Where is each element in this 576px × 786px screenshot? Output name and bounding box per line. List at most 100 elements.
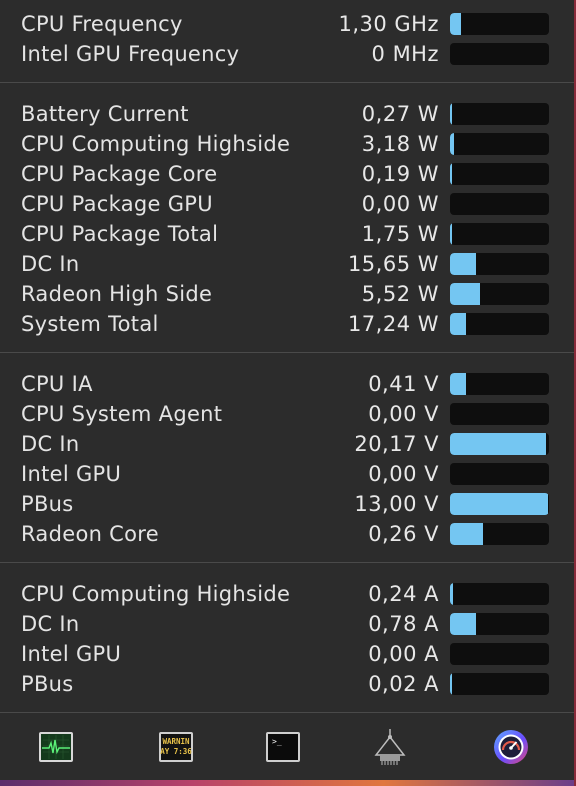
sensor-value: 20,17 V [354, 432, 439, 456]
sensor-bar-fill [450, 613, 476, 635]
sensor-label: Radeon Core [21, 522, 159, 546]
sensor-label: CPU Package Core [21, 162, 218, 186]
sensor-bar [450, 463, 549, 485]
sensor-row: CPU Package Total 1,75 W [0, 219, 576, 249]
sensor-label: Battery Current [21, 102, 189, 126]
sensor-bar-fill [450, 493, 548, 515]
sensor-bar [450, 43, 549, 65]
sensor-row: System Total 17,24 W [0, 309, 576, 339]
sensor-row: CPU System Agent 0,00 V [0, 399, 576, 429]
section-divider [0, 562, 576, 563]
sensor-value: 0,02 A [368, 672, 439, 696]
sensor-row: CPU Computing Highside 0,24 A [0, 579, 576, 609]
sensor-bar-fill [450, 283, 480, 305]
sensor-bar [450, 193, 549, 215]
sensor-value: 0 MHz [371, 42, 439, 66]
sensor-label: Intel GPU [21, 462, 122, 486]
sensor-label: DC In [21, 252, 80, 276]
sensor-value: 0,24 A [368, 582, 439, 606]
sensor-row: DC In 0,78 A [0, 609, 576, 639]
sensor-bar-fill [450, 253, 476, 275]
sensor-label: DC In [21, 432, 80, 456]
sensor-bar [450, 493, 549, 515]
terminal-icon: >_ [266, 732, 300, 762]
sensor-bar-fill [450, 583, 453, 605]
sensor-label: Radeon High Side [21, 282, 213, 306]
sensor-bar [450, 523, 549, 545]
sensor-bar [450, 223, 549, 245]
sensor-label: CPU Computing Highside [21, 582, 291, 606]
sensor-row: CPU Package GPU 0,00 W [0, 189, 576, 219]
sensor-value: 0,27 W [361, 102, 439, 126]
sensor-value: 17,24 W [347, 312, 439, 336]
sensor-label: PBus [21, 492, 74, 516]
sensor-row: Intel GPU Frequency 0 MHz [0, 39, 576, 69]
sensor-row: Intel GPU 0,00 A [0, 639, 576, 669]
sensor-value: 3,18 W [361, 132, 439, 156]
sensor-value: 0,19 W [361, 162, 439, 186]
sensor-label: CPU IA [21, 372, 93, 396]
sensor-bar-fill [450, 523, 483, 545]
sensor-value: 0,00 V [368, 402, 439, 426]
sensor-panel: CPU Frequency 1,30 GHz Intel GPU Frequen… [0, 0, 576, 786]
sensor-bar [450, 283, 549, 305]
sensor-value: 0,78 A [368, 612, 439, 636]
sensor-row: CPU Package Core 0,19 W [0, 159, 576, 189]
sensor-bar [450, 103, 549, 125]
console-icon: WARNIN AY 7:36 [159, 732, 193, 762]
sensor-value: 0,00 A [368, 642, 439, 666]
sensor-bar [450, 403, 549, 425]
sensor-bar [450, 673, 549, 695]
sensor-bar-fill [450, 673, 452, 695]
terminal-icon-prompt: >_ [272, 737, 282, 746]
sensor-bar [450, 313, 549, 335]
section-divider [0, 352, 576, 353]
sensor-bar [450, 643, 549, 665]
sensor-bar [450, 433, 549, 455]
console-button[interactable]: WARNIN AY 7:36 [158, 731, 194, 763]
terminal-button[interactable]: >_ [265, 731, 301, 763]
sensor-row: Battery Current 0,27 W [0, 99, 576, 129]
sensor-value: 1,30 GHz [338, 12, 439, 36]
sensor-row: DC In 15,65 W [0, 249, 576, 279]
sensor-value: 5,52 W [361, 282, 439, 306]
desktop-wallpaper-strip [0, 780, 576, 786]
sensor-bar-fill [450, 13, 461, 35]
sensor-value: 0,00 V [368, 462, 439, 486]
sensor-label: CPU System Agent [21, 402, 223, 426]
sensor-row: PBus 0,02 A [0, 669, 576, 699]
sensor-row: Radeon High Side 5,52 W [0, 279, 576, 309]
sensor-bar-fill [450, 163, 452, 185]
sensor-value: 0,41 V [368, 372, 439, 396]
sensor-value: 1,75 W [361, 222, 439, 246]
sensor-row: CPU Computing Highside 3,18 W [0, 129, 576, 159]
sensor-row: Radeon Core 0,26 V [0, 519, 576, 549]
sensor-value: 15,65 W [347, 252, 439, 276]
sensor-row: DC In 20,17 V [0, 429, 576, 459]
sensor-label: CPU Frequency [21, 12, 183, 36]
sensor-bar [450, 133, 549, 155]
sensor-row: CPU IA 0,41 V [0, 369, 576, 399]
istat-menus-icon [494, 730, 528, 764]
sensor-label: PBus [21, 672, 74, 696]
sensor-bar-fill [450, 223, 452, 245]
sensor-bar-fill [450, 373, 466, 395]
sensor-row: CPU Frequency 1,30 GHz [0, 9, 576, 39]
system-information-icon [374, 729, 406, 765]
sensor-bar-fill [450, 433, 546, 455]
sensor-row: Intel GPU 0,00 V [0, 459, 576, 489]
sensor-bar [450, 163, 549, 185]
sensor-label: Intel GPU Frequency [21, 42, 240, 66]
istat-menus-button[interactable] [493, 729, 529, 765]
activity-monitor-button[interactable] [38, 731, 74, 763]
sensor-label: CPU Package Total [21, 222, 219, 246]
sensor-bar-fill [450, 133, 454, 155]
sensor-bar [450, 583, 549, 605]
sensor-bar [450, 253, 549, 275]
system-information-button[interactable] [372, 727, 408, 767]
sensor-bar-fill [450, 313, 466, 335]
sensor-label: CPU Computing Highside [21, 132, 291, 156]
sensor-bar-fill [450, 103, 452, 125]
sensor-bar [450, 13, 549, 35]
sensor-value: 0,26 V [368, 522, 439, 546]
